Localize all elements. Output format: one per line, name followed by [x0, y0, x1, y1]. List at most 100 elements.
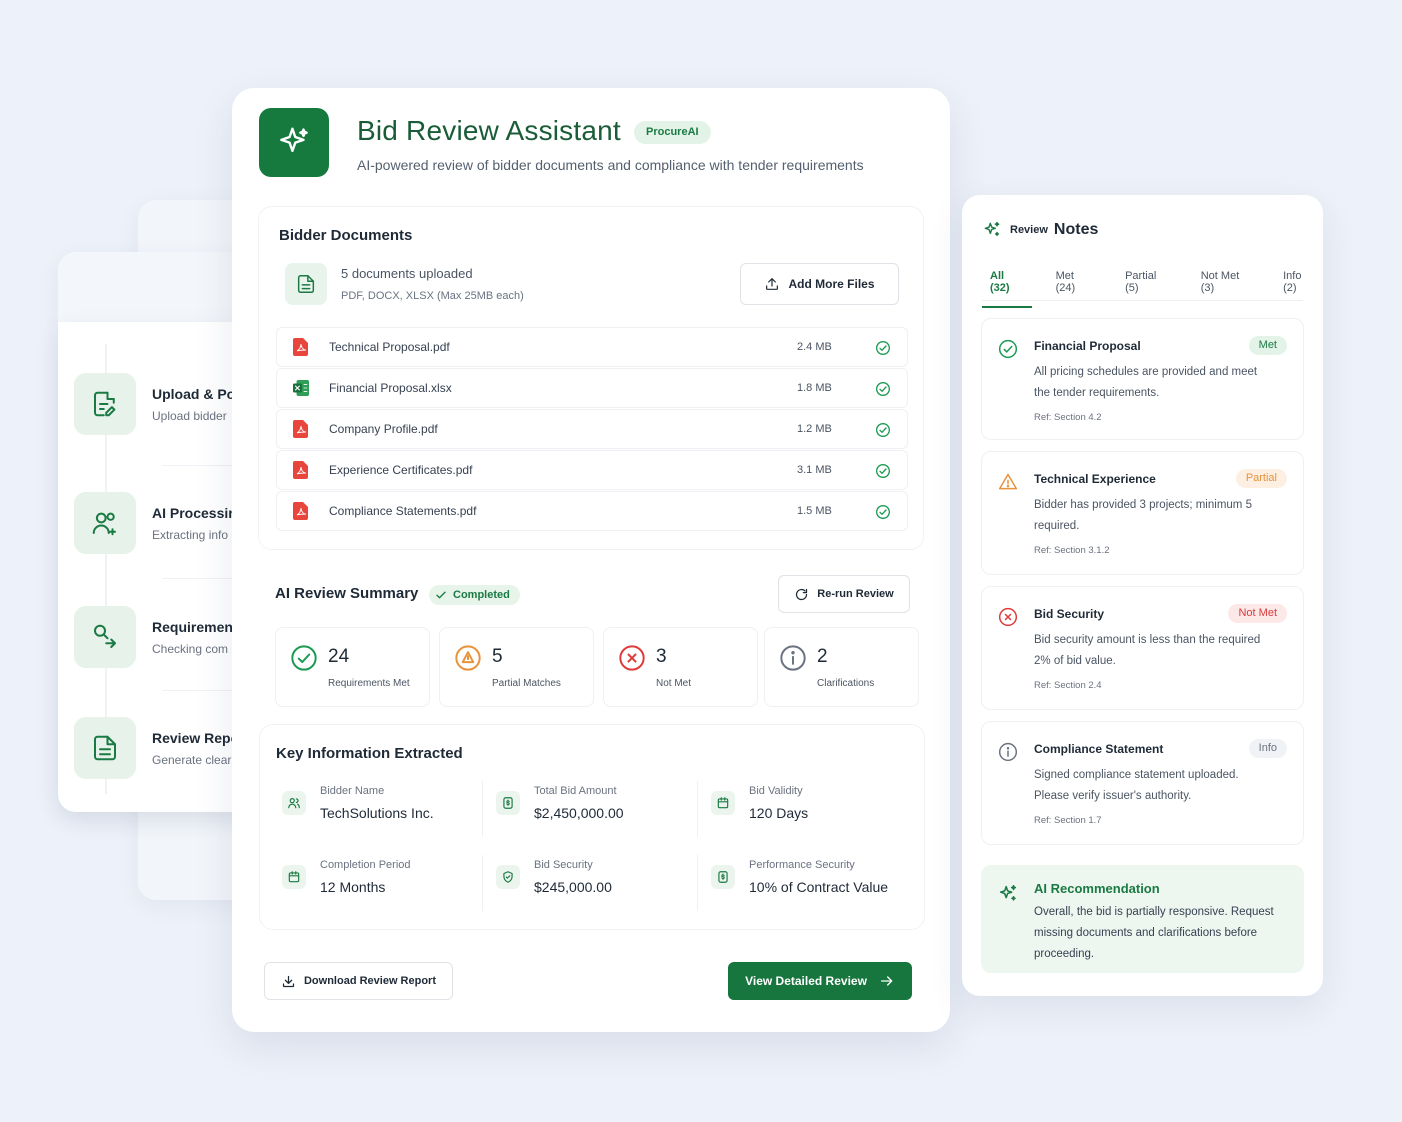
button-label: Download Review Report — [303, 975, 437, 987]
view-detailed-review-button[interactable]: View Detailed Review — [728, 962, 912, 1000]
note-title: Financial Proposal — [1034, 339, 1141, 353]
info-circle-icon — [780, 645, 806, 671]
add-more-files-button[interactable]: Add More Files — [740, 263, 899, 305]
tab-all[interactable]: All (32) — [982, 270, 1032, 308]
sparkle-icon — [999, 884, 1017, 901]
section-title: Bidder Documents — [279, 227, 413, 244]
note-reference: Ref: Section 3.1.2 — [1034, 545, 1110, 556]
file-row[interactable]: Financial Proposal.xlsx 1.8 MB — [276, 368, 908, 408]
info-circle-icon — [998, 742, 1018, 762]
file-size: 1.2 MB — [797, 423, 832, 435]
search-route-icon — [74, 606, 136, 668]
step-title: Review Repo — [152, 729, 240, 746]
download-review-report-button[interactable]: Download Review Report — [264, 962, 453, 1000]
notes-title-prefix: Review — [1010, 224, 1048, 236]
check-circle-icon — [876, 382, 890, 396]
file-row[interactable]: Compliance Statements.pdf 1.5 MB — [276, 491, 908, 531]
money-icon — [711, 865, 735, 889]
key-information-section: Key Information Extracted Bidder Name Te… — [259, 724, 925, 930]
step-review-report[interactable]: Review Repo Generate clear — [74, 716, 258, 780]
note-title: Compliance Statement — [1034, 742, 1164, 756]
status-label: Completed — [453, 589, 510, 601]
upload-icon — [766, 278, 779, 290]
key-info-label: Total Bid Amount — [534, 785, 617, 797]
pdf-file-icon — [293, 461, 308, 479]
documents-types: PDF, DOCX, XLSX (Max 25MB each) — [341, 290, 524, 302]
divider — [482, 781, 483, 837]
page-title: Bid Review Assistant — [357, 115, 621, 146]
arrow-right-icon — [880, 976, 893, 986]
document-icon — [285, 263, 327, 305]
key-info-value: 10% of Contract Value — [749, 879, 889, 895]
note-description: All pricing schedules are provided and m… — [1034, 366, 1258, 399]
notes-tabs: All (32) Met (24) Partial (5) Not Met (3… — [982, 270, 1323, 308]
stat-card-clarifications[interactable]: 2 Clarifications — [764, 627, 919, 707]
button-label: Add More Files — [788, 277, 875, 291]
status-badge: Completed — [429, 585, 520, 605]
key-info-value: 120 Days — [749, 805, 809, 821]
bid-review-card: Bid Review Assistant ProcureAI AI-powere… — [232, 88, 950, 1032]
file-size: 1.5 MB — [797, 505, 832, 517]
excel-file-icon — [293, 380, 309, 396]
stat-card-met[interactable]: 24 Requirements Met — [275, 627, 430, 707]
money-icon — [496, 791, 520, 815]
shield-icon — [496, 865, 520, 889]
note-card[interactable]: Technical Experience Partial Bidder has … — [981, 451, 1304, 575]
key-info-value: $2,450,000.00 — [534, 805, 624, 821]
note-card[interactable]: Compliance Statement Info Signed complia… — [981, 721, 1304, 845]
tab-info[interactable]: Info (2) — [1275, 270, 1323, 298]
tabs-divider — [982, 300, 1303, 301]
step-title: Requiremen — [152, 618, 233, 635]
check-circle-icon — [876, 341, 890, 355]
step-upload[interactable]: Upload & Po Upload bidder — [74, 372, 258, 436]
file-name: Experience Certificates.pdf — [329, 463, 473, 477]
divider — [697, 855, 698, 911]
note-description: Signed compliance statement uploaded. Pl… — [1034, 769, 1239, 802]
canvas: Upload & Po Upload bidder AI Processir E… — [0, 0, 1402, 1122]
stat-card-not-met[interactable]: 3 Not Met — [603, 627, 758, 707]
bidder-documents-section: Bidder Documents 5 documents uploaded PD… — [258, 206, 924, 550]
notes-header: Review Notes — [982, 220, 1098, 240]
file-name: Technical Proposal.pdf — [329, 340, 450, 354]
divider — [697, 781, 698, 837]
sparkle-icon — [984, 221, 1000, 237]
check-icon — [436, 591, 446, 599]
calendar-icon — [711, 791, 735, 815]
step-requirements[interactable]: Requiremen Checking com — [74, 605, 258, 669]
step-subtitle: Checking com — [152, 641, 229, 656]
button-label: View Detailed Review — [745, 974, 867, 988]
check-circle-icon — [876, 423, 890, 437]
file-size: 2.4 MB — [797, 341, 832, 353]
rerun-review-button[interactable]: Re-run Review — [778, 575, 910, 613]
key-info-value: TechSolutions Inc. — [320, 805, 434, 821]
file-row[interactable]: Experience Certificates.pdf 3.1 MB — [276, 450, 908, 490]
calendar-icon — [282, 865, 306, 889]
step-ai-processing[interactable]: AI Processir Extracting info — [74, 491, 258, 555]
recommendation-title: AI Recommendation — [1034, 881, 1160, 896]
stat-label: Partial Matches — [492, 678, 561, 689]
download-icon — [282, 975, 295, 987]
note-card[interactable]: Financial Proposal Met All pricing sched… — [981, 318, 1304, 440]
note-title: Technical Experience — [1034, 472, 1156, 486]
stat-label: Clarifications — [817, 678, 875, 689]
stat-card-partial[interactable]: 5 Partial Matches — [439, 627, 594, 707]
report-icon — [74, 717, 136, 779]
key-info-label: Performance Security — [749, 859, 855, 871]
tab-partial[interactable]: Partial (5) — [1117, 270, 1177, 298]
status-badge: Info — [1248, 739, 1287, 758]
note-description: Bid security amount is less than the req… — [1034, 634, 1261, 667]
stat-value: 3 — [656, 646, 667, 667]
document-edit-icon — [74, 373, 136, 435]
note-title: Bid Security — [1034, 607, 1105, 621]
status-badge: Not Met — [1228, 604, 1287, 623]
file-row[interactable]: Company Profile.pdf 1.2 MB — [276, 409, 908, 449]
key-info-value: 12 Months — [320, 879, 386, 895]
tab-met[interactable]: Met (24) — [1048, 270, 1102, 298]
sparkle-icon — [259, 108, 329, 177]
tab-not-met[interactable]: Not Met (3) — [1193, 270, 1259, 298]
note-card[interactable]: Bid Security Not Met Bid security amount… — [981, 586, 1304, 710]
workflow-steps-card: Upload & Po Upload bidder AI Processir E… — [58, 322, 258, 812]
file-row[interactable]: Technical Proposal.pdf 2.4 MB — [276, 327, 908, 367]
brand-badge: ProcureAI — [634, 121, 711, 144]
key-info-label: Bid Validity — [749, 785, 803, 797]
